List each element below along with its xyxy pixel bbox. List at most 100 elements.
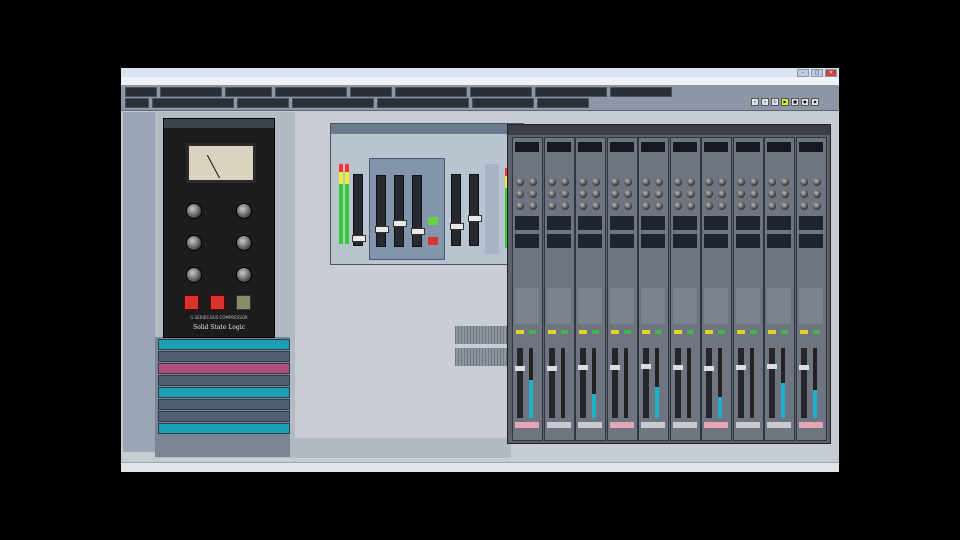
rewind-icon[interactable]: «: [751, 98, 759, 106]
close-icon[interactable]: ×: [825, 69, 837, 77]
channel-name-field[interactable]: [578, 422, 602, 428]
solo-button[interactable]: [610, 330, 619, 334]
solo-button[interactable]: [799, 330, 808, 334]
send-section[interactable]: [704, 288, 728, 324]
channel-knob[interactable]: [592, 178, 600, 186]
channel-knob[interactable]: [560, 202, 569, 210]
monitor-button[interactable]: [781, 330, 788, 334]
track-row[interactable]: [158, 351, 290, 362]
maximize-icon[interactable]: □: [811, 69, 823, 77]
channel-knob[interactable]: [749, 202, 758, 210]
channel-name-field[interactable]: [672, 422, 697, 428]
toolbar-field[interactable]: [275, 87, 347, 97]
channel-knob[interactable]: [610, 178, 619, 186]
channel-knob[interactable]: [560, 178, 569, 186]
toolbar-field[interactable]: [350, 87, 392, 97]
channel-knob[interactable]: [718, 190, 726, 198]
channel-name-field[interactable]: [546, 422, 571, 428]
send-section[interactable]: [767, 288, 791, 324]
channel-fader[interactable]: [578, 348, 588, 418]
band-fader[interactable]: [393, 175, 407, 247]
send-section[interactable]: [641, 288, 665, 324]
channel-knob[interactable]: [623, 178, 632, 186]
insert-slot[interactable]: [704, 216, 728, 230]
channel-knob[interactable]: [736, 202, 745, 210]
solo-button[interactable]: [705, 330, 713, 334]
toolbar-field[interactable]: [125, 98, 149, 108]
insert-slot[interactable]: [672, 216, 697, 230]
insert-slot[interactable]: [578, 216, 602, 230]
channel-knob[interactable]: [592, 190, 600, 198]
insert-slot[interactable]: [609, 216, 634, 230]
insert-slot[interactable]: [515, 234, 539, 248]
channel-knob[interactable]: [516, 178, 524, 186]
channel-knob[interactable]: [799, 202, 808, 210]
channel-fader[interactable]: [546, 348, 557, 418]
monitor-button[interactable]: [812, 330, 820, 334]
channel-knob[interactable]: [529, 178, 537, 186]
channel-fader[interactable]: [798, 348, 809, 418]
insert-slot[interactable]: [735, 216, 760, 230]
channel-knob[interactable]: [529, 202, 537, 210]
toolbar-field[interactable]: [535, 87, 607, 97]
monitor-button[interactable]: [686, 330, 694, 334]
channel-knob[interactable]: [686, 178, 695, 186]
channel-knob[interactable]: [686, 202, 695, 210]
insert-slot[interactable]: [767, 234, 791, 248]
track-row[interactable]: [158, 375, 290, 386]
monitor-button[interactable]: [560, 330, 568, 334]
track-row[interactable]: [158, 423, 290, 434]
output-fader[interactable]: [468, 174, 482, 246]
channel-knob[interactable]: [673, 178, 682, 186]
channel-knob[interactable]: [579, 190, 587, 198]
toolbar-field[interactable]: [152, 98, 234, 108]
monitor-button[interactable]: [623, 330, 631, 334]
channel-knob[interactable]: [560, 190, 569, 198]
channel-knob[interactable]: [768, 202, 776, 210]
channel-knob[interactable]: [749, 178, 758, 186]
auto-button[interactable]: [210, 295, 225, 310]
strip-buttons[interactable]: [485, 164, 499, 254]
channel-knob[interactable]: [642, 190, 650, 198]
track-row[interactable]: [158, 363, 290, 374]
toolbar-field[interactable]: [472, 98, 534, 108]
active-toggle[interactable]: [428, 217, 438, 225]
monitor-button[interactable]: [749, 330, 757, 334]
channel-knob[interactable]: [718, 178, 726, 186]
toolbar-field[interactable]: [610, 87, 672, 97]
solo-button[interactable]: [579, 330, 587, 334]
channel-knob[interactable]: [705, 202, 713, 210]
solo-button[interactable]: [547, 330, 556, 334]
channel-knob[interactable]: [642, 178, 650, 186]
channel-knob[interactable]: [592, 202, 600, 210]
channel-knob[interactable]: [749, 190, 758, 198]
cycle-icon[interactable]: ↻: [771, 98, 779, 106]
monitor-button[interactable]: [529, 330, 536, 334]
plugin-header[interactable]: [331, 124, 523, 134]
in-button[interactable]: [184, 295, 199, 310]
attack-knob[interactable]: [186, 235, 202, 251]
play-icon[interactable]: ▶: [781, 98, 789, 106]
channel-knob[interactable]: [799, 178, 808, 186]
input-fader[interactable]: [352, 174, 366, 246]
channel-knob[interactable]: [768, 190, 776, 198]
channel-knob[interactable]: [705, 190, 713, 198]
channel-name-field[interactable]: [609, 422, 634, 428]
channel-knob[interactable]: [673, 190, 682, 198]
channel-knob[interactable]: [812, 202, 821, 210]
channel-name-field[interactable]: [767, 422, 791, 428]
channel-knob[interactable]: [623, 202, 632, 210]
channel-knob[interactable]: [610, 190, 619, 198]
insert-slot[interactable]: [672, 234, 697, 248]
track-row[interactable]: [158, 339, 290, 350]
bypass-button[interactable]: [236, 295, 251, 310]
insert-slot[interactable]: [515, 216, 539, 230]
insert-slot[interactable]: [546, 216, 571, 230]
send-section[interactable]: [798, 288, 823, 324]
channel-knob[interactable]: [736, 178, 745, 186]
monitor-button[interactable]: [592, 330, 599, 334]
channel-knob[interactable]: [547, 190, 556, 198]
channel-knob[interactable]: [768, 178, 776, 186]
channel-fader[interactable]: [609, 348, 620, 418]
channel-knob[interactable]: [529, 190, 537, 198]
